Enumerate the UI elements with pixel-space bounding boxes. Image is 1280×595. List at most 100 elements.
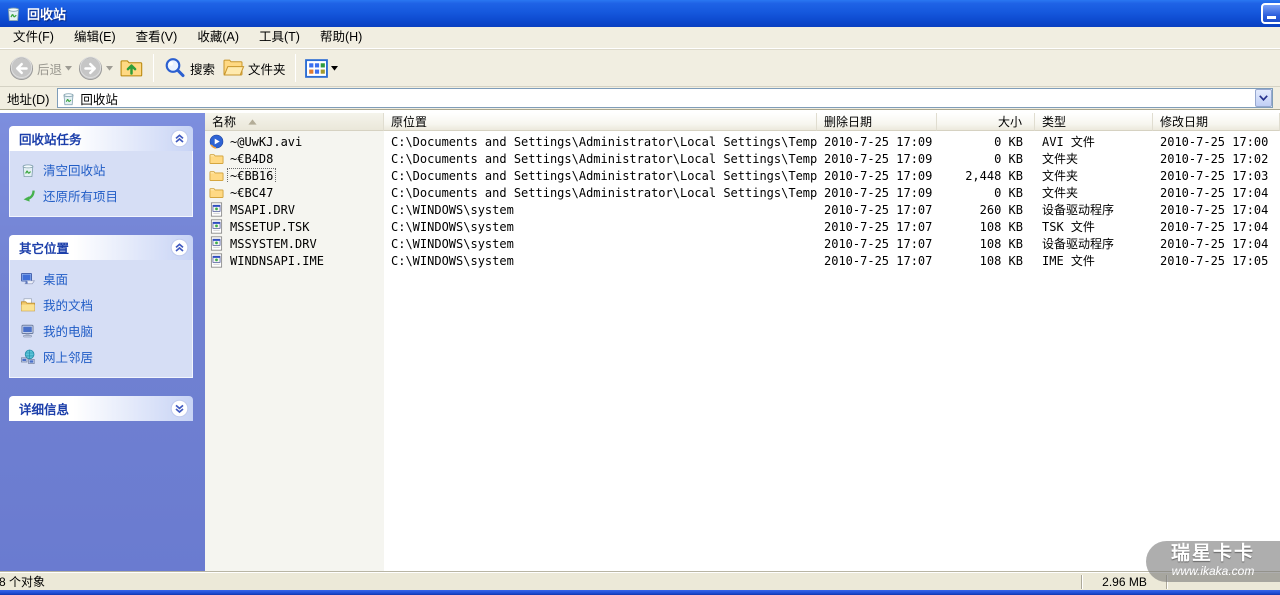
- back-button[interactable]: 后退: [6, 51, 75, 85]
- chevron-up-icon[interactable]: [170, 238, 189, 257]
- address-combo[interactable]: 回收站: [57, 88, 1273, 108]
- folder-icon: [208, 168, 224, 183]
- sidebar-panel-other-places: 其它位置桌面我的文档我的电脑网上邻居: [9, 235, 193, 378]
- toolbar-separator: [294, 54, 296, 82]
- views-button[interactable]: [302, 51, 341, 85]
- recycle-bin-icon: [5, 5, 22, 22]
- address-dropdown-button[interactable]: [1255, 89, 1272, 107]
- list-row[interactable]: ~€BB16 C:\Documents and Settings\Administ…: [205, 167, 1280, 184]
- column-header-5[interactable]: 修改日期: [1153, 113, 1280, 131]
- column-header-3[interactable]: 大小: [937, 113, 1035, 131]
- empty-recycle-bin-icon: [19, 162, 36, 178]
- file-name: ~€BB16: [226, 168, 277, 183]
- cell-deleted: 2010-7-25 17:09: [824, 151, 933, 166]
- menu-item-4[interactable]: 工具(T): [249, 27, 310, 48]
- cell-name: ~@UwKJ.avi: [205, 134, 384, 149]
- system-file-icon: [208, 253, 224, 268]
- my-computer-icon: [19, 323, 36, 339]
- forward-dropdown-caret-icon[interactable]: [106, 65, 114, 71]
- views-dropdown-caret-icon[interactable]: [330, 65, 338, 71]
- column-header-1[interactable]: 原位置: [384, 113, 817, 131]
- sidebar-item-桌面[interactable]: 桌面: [19, 269, 188, 288]
- column-header-4[interactable]: 类型: [1035, 113, 1153, 131]
- column-header-label: 删除日期: [824, 115, 873, 129]
- cell-type: IME 文件: [1042, 254, 1095, 268]
- column-header-0[interactable]: 名称: [205, 113, 384, 131]
- cell-modified: 2010-7-25 17:05: [1160, 253, 1269, 268]
- search-label: 搜索: [190, 62, 216, 77]
- task-label: 桌面: [43, 273, 69, 287]
- column-header-2[interactable]: 删除日期: [817, 113, 937, 131]
- back-dropdown-caret-icon[interactable]: [65, 65, 73, 71]
- file-list: 名称 原位置 删除日期 大小 类型 修改日期 ~@UwKJ.avi C:\Documents…: [205, 113, 1280, 572]
- list-row[interactable]: MSSETUP.TSK C:\WINDOWS\system 2010-7-25 17…: [205, 218, 1280, 235]
- cell-type: 设备驱动程序: [1042, 203, 1115, 217]
- cell-modified: 2010-7-25 17:04: [1160, 202, 1269, 217]
- watermark-url: www.ikaka.com: [1171, 564, 1255, 578]
- list-row[interactable]: ~@UwKJ.avi C:\Documents and Settings\Admi…: [205, 133, 1280, 150]
- cell-name: ~€BB16: [205, 168, 384, 183]
- menu-item-0[interactable]: 文件(F): [3, 27, 64, 48]
- folder-icon: [208, 151, 224, 166]
- sidebar-item-网上邻居[interactable]: 网上邻居: [19, 347, 188, 366]
- sidebar-item-清空回收站[interactable]: 清空回收站: [19, 160, 188, 179]
- cell-type: 文件夹: [1042, 186, 1079, 200]
- cell-type: AVI 文件: [1042, 135, 1095, 149]
- cell-deleted: 2010-7-25 17:07: [824, 202, 933, 217]
- column-header-label: 名称: [212, 115, 237, 129]
- minimize-button[interactable]: [1261, 3, 1280, 24]
- back-icon: [9, 56, 34, 81]
- list-row[interactable]: MSSYSTEM.DRV C:\WINDOWS\system 2010-7-25 1…: [205, 235, 1280, 252]
- address-bar: 地址(D) 回收站: [0, 87, 1280, 110]
- folders-button[interactable]: 文件夹: [218, 51, 289, 85]
- menu-item-3[interactable]: 收藏(A): [187, 27, 249, 48]
- chevron-down-icon[interactable]: [170, 399, 189, 418]
- panel-header-details[interactable]: 详细信息: [9, 396, 193, 421]
- file-name: ~@UwKJ.avi: [230, 134, 303, 149]
- cell-location: C:\WINDOWS\system: [391, 219, 514, 234]
- restore-items-icon: [19, 188, 36, 204]
- cell-modified: 2010-7-25 17:04: [1160, 185, 1269, 200]
- sidebar-item-还原所有项目[interactable]: 还原所有项目: [19, 186, 188, 205]
- cell-name: MSSETUP.TSK: [205, 219, 384, 234]
- menu-item-1[interactable]: 编辑(E): [64, 27, 126, 48]
- menu-item-2[interactable]: 查看(V): [126, 27, 188, 48]
- cell-name: MSAPI.DRV: [205, 202, 384, 217]
- cell-size: 108 KB: [979, 236, 1023, 251]
- cell-name: ~€BC47: [205, 185, 384, 200]
- menu-item-5[interactable]: 帮助(H): [310, 27, 372, 48]
- cell-modified: 2010-7-25 17:04: [1160, 219, 1269, 234]
- sidebar-item-我的电脑[interactable]: 我的电脑: [19, 321, 188, 340]
- task-label: 我的文档: [43, 299, 94, 313]
- status-bar: 8 个对象 2.96 MB: [0, 572, 1280, 590]
- list-row[interactable]: WINDNSAPI.IME C:\WINDOWS\system 2010-7-25 …: [205, 252, 1280, 269]
- system-file-icon: [208, 202, 224, 217]
- file-name: MSSETUP.TSK: [230, 219, 310, 234]
- list-row[interactable]: ~€BC47 C:\Documents and Settings\Administ…: [205, 184, 1280, 201]
- file-name: MSSYSTEM.DRV: [230, 236, 317, 251]
- toolbar-separator: [153, 54, 155, 82]
- panel-header-other-places[interactable]: 其它位置: [9, 235, 193, 260]
- file-name: MSAPI.DRV: [230, 202, 296, 217]
- panel-header-recycle-bin-tasks[interactable]: 回收站任务: [9, 126, 193, 151]
- sort-ascending-icon: [248, 118, 257, 125]
- task-label: 我的电脑: [43, 325, 94, 339]
- cell-type: 文件夹: [1042, 152, 1079, 166]
- column-header-label: 原位置: [391, 115, 428, 129]
- list-row[interactable]: ~€B4D8 C:\Documents and Settings\Administ…: [205, 150, 1280, 167]
- task-label: 网上邻居: [43, 351, 94, 365]
- up-button[interactable]: [116, 51, 147, 85]
- search-button[interactable]: 搜索: [160, 51, 218, 85]
- column-header-label: 修改日期: [1160, 115, 1209, 129]
- cell-size: 108 KB: [979, 219, 1023, 234]
- watermark: 瑞星卡卡 www.ikaka.com: [1146, 541, 1280, 582]
- column-header-label: 类型: [1042, 115, 1067, 129]
- object-count: 8 个对象: [0, 575, 46, 589]
- sidebar-item-我的文档[interactable]: 我的文档: [19, 295, 188, 314]
- list-row[interactable]: MSAPI.DRV C:\WINDOWS\system 2010-7-25 17:0…: [205, 201, 1280, 218]
- forward-button[interactable]: [75, 51, 116, 85]
- system-file-icon: [208, 219, 224, 234]
- cell-size: 108 KB: [979, 253, 1023, 268]
- panel-body-recycle-bin-tasks: 清空回收站还原所有项目: [9, 151, 193, 217]
- chevron-up-icon[interactable]: [170, 129, 189, 148]
